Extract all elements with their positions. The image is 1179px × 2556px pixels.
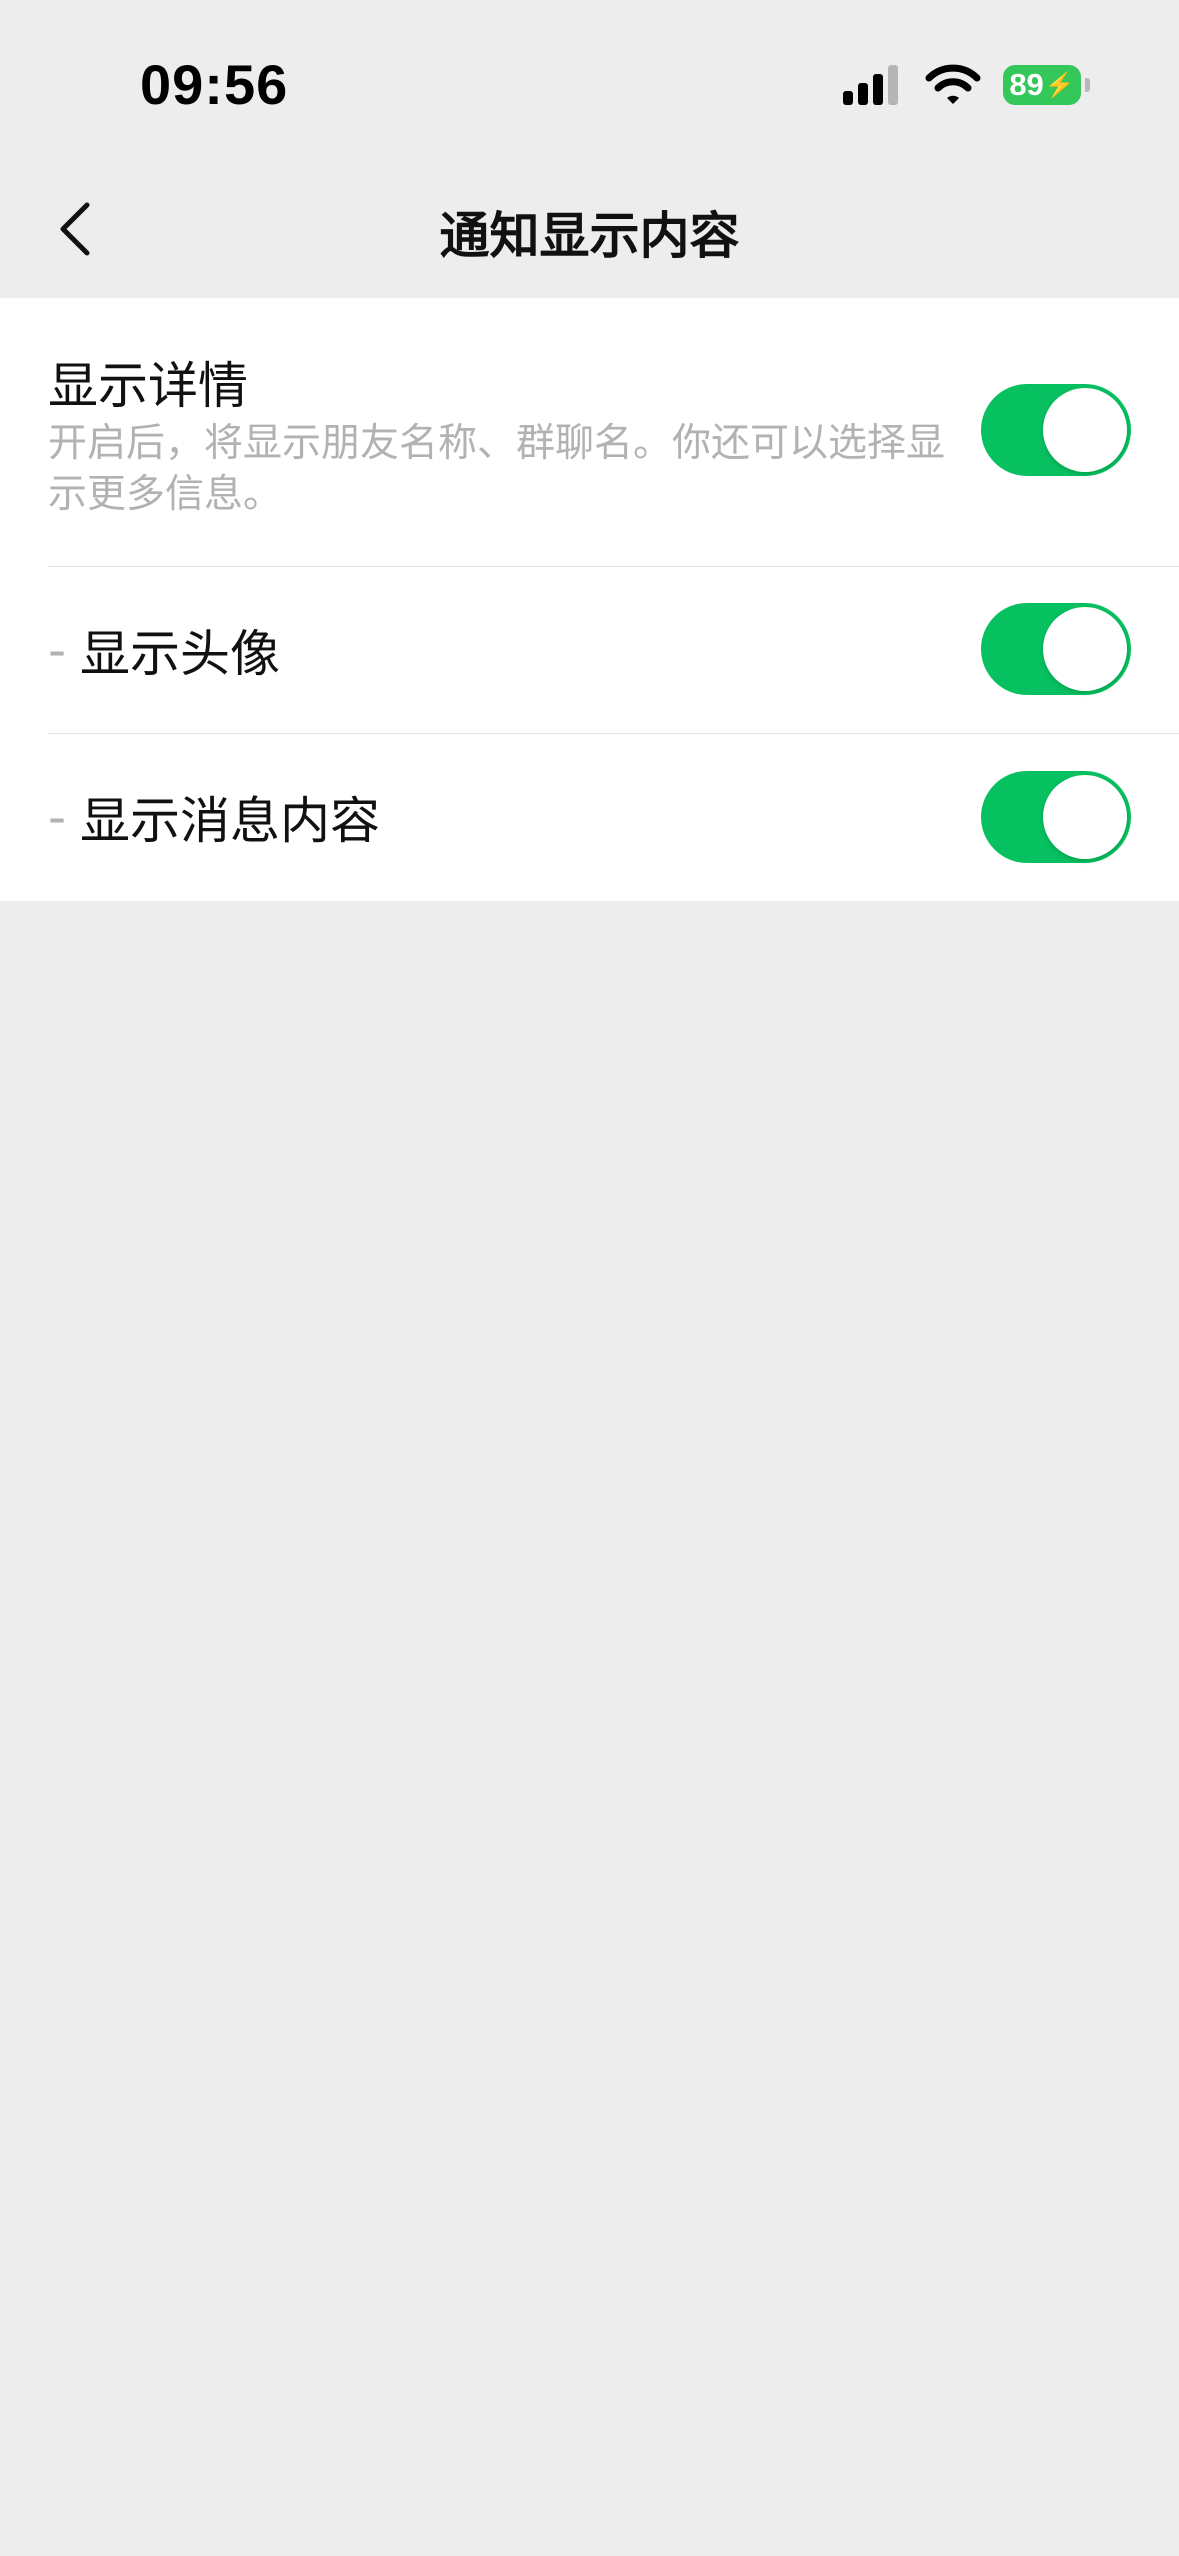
- setting-label-show-avatar: 显示头像: [80, 624, 281, 683]
- setting-label-show-details: 显示详情: [48, 357, 248, 415]
- home-indicator: [440, 2526, 740, 2536]
- sub-item-dash: -: [48, 620, 67, 679]
- toggle-knob: [1043, 775, 1127, 859]
- show-avatar-toggle[interactable]: [981, 603, 1131, 695]
- toggle-knob: [1043, 388, 1127, 472]
- setting-label-show-message-content-wrap: - 显示消息内容: [48, 781, 380, 853]
- show-message-content-toggle[interactable]: [981, 771, 1131, 863]
- page-title: 通知显示内容: [439, 207, 740, 265]
- battery-cap: [1085, 78, 1090, 92]
- charging-bolt-icon: ⚡: [1044, 71, 1075, 99]
- status-time: 09:56: [140, 53, 289, 116]
- setting-label-show-avatar-wrap: - 显示头像: [48, 614, 280, 686]
- status-icons: 89 ⚡: [843, 64, 1090, 106]
- setting-description-show-details: 开启后，将显示朋友名称、群聊名。你还可以选择显示更多信息。: [48, 421, 946, 517]
- setting-label-show-message-content: 显示消息内容: [80, 792, 381, 850]
- wifi-icon: [925, 64, 981, 104]
- cellular-signal-icon: [843, 65, 898, 105]
- navigation-bar: 通知显示内容: [0, 160, 1179, 298]
- setting-row-show-details: 显示详情 开启后，将显示朋友名称、群聊名。你还可以选择显示更多信息。: [0, 298, 1179, 566]
- sub-item-dash: -: [48, 788, 67, 846]
- setting-row-show-message-content: - 显示消息内容: [0, 733, 1179, 901]
- battery-icon: 89 ⚡: [1003, 65, 1090, 105]
- toggle-knob: [1043, 607, 1127, 691]
- battery-level: 89: [1009, 67, 1044, 102]
- settings-list: 显示详情 开启后，将显示朋友名称、群聊名。你还可以选择显示更多信息。 - 显示头…: [0, 298, 1179, 901]
- show-details-toggle[interactable]: [981, 384, 1131, 476]
- setting-row-show-avatar: - 显示头像: [0, 566, 1179, 733]
- status-bar: 09:56 89 ⚡: [0, 0, 1179, 160]
